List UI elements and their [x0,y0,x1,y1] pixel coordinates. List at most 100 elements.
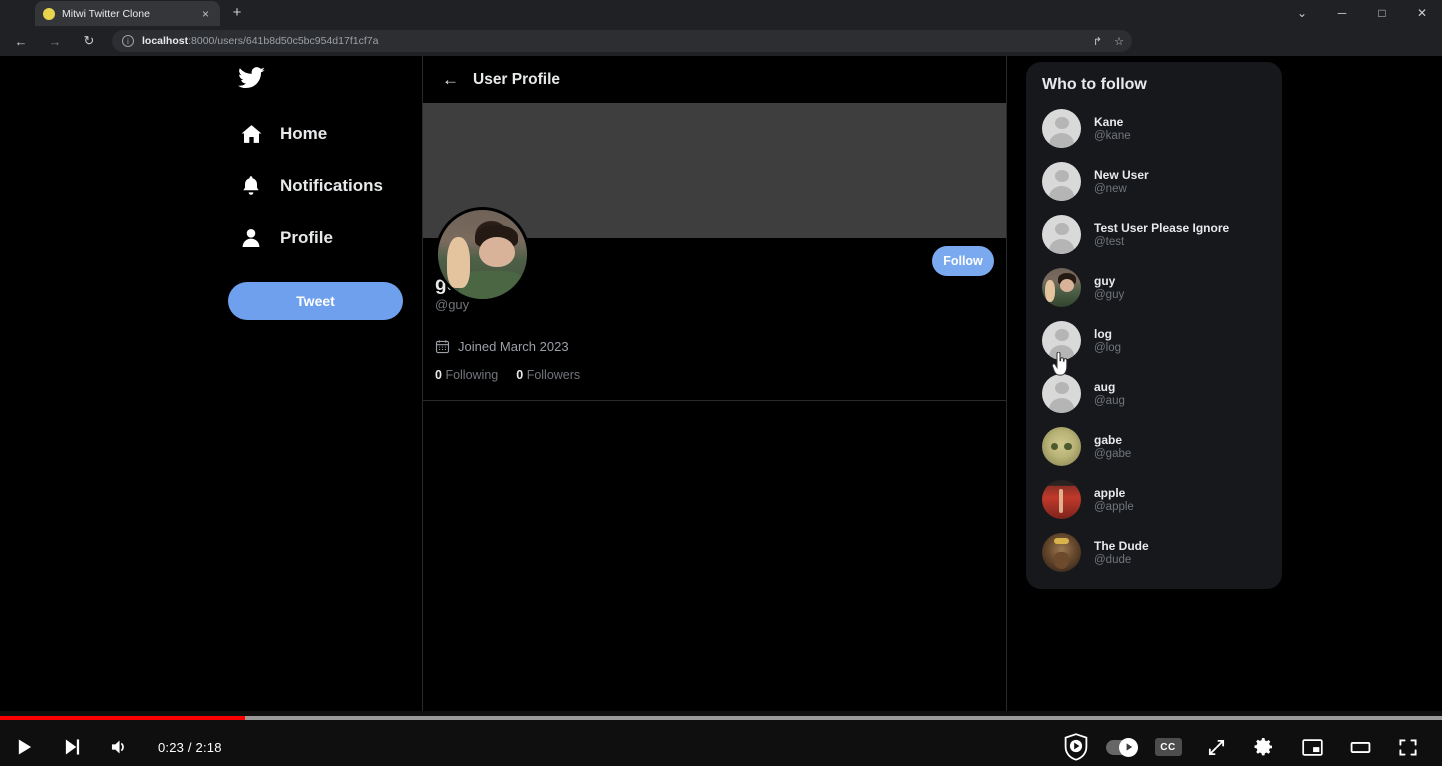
followers-count[interactable]: 0 Followers [516,368,580,382]
who-to-follow-title: Who to follow [1026,76,1282,102]
autoplay-toggle[interactable] [1100,729,1144,765]
chevron-down-icon[interactable]: ⌄ [1282,0,1322,26]
volume-button[interactable] [96,729,144,765]
browser-tab[interactable]: Mitwi Twitter Clone × [35,1,220,26]
next-button[interactable] [48,729,96,765]
user-handle: @kane [1094,130,1131,142]
expand-button[interactable] [1192,729,1240,765]
browser-toolbar: ← → ↻ i localhost:8000/users/641b8d50c5b… [0,26,1442,56]
section-divider [423,400,1006,401]
maximize-icon[interactable]: □ [1362,0,1402,26]
toggle-track [1106,740,1138,755]
user-meta: gabe @gabe [1094,433,1131,460]
placeholder-body [1049,186,1075,201]
avatar[interactable] [1042,268,1081,307]
avatar-highlight [1059,489,1063,513]
captions-button[interactable]: CC [1144,729,1192,765]
time-display: 0:23 / 2:18 [158,740,222,755]
avatar-eyes [1051,443,1059,451]
forward-icon[interactable]: → [42,28,68,54]
list-item[interactable]: The Dude @dude [1026,526,1282,579]
avatar[interactable] [1042,480,1081,519]
avatar[interactable] [435,207,530,302]
list-item[interactable]: gabe @gabe [1026,420,1282,473]
list-item[interactable]: Test User Please Ignore @test [1026,208,1282,261]
settings-gear[interactable] [1240,729,1288,765]
sidebar-item-notifications[interactable]: Notifications [228,160,422,212]
user-meta: New User @new [1094,168,1149,195]
sidebar-item-profile[interactable]: Profile [228,212,422,264]
reload-icon[interactable]: ↻ [76,28,102,54]
user-name: apple [1094,486,1134,500]
user-name: guy [1094,274,1124,288]
picture-in-picture-button[interactable] [1288,729,1336,765]
user-handle: @log [1094,342,1121,354]
window-controls: ⌄ ─ □ ✕ [1282,0,1442,26]
toggle-knob [1119,738,1138,757]
theater-mode-button[interactable] [1336,729,1384,765]
profile-handle: @guy [435,297,994,312]
page-viewport: Home Notifications Profile Tweet ← User … [0,56,1442,711]
user-meta: Kane @kane [1094,115,1131,142]
person-icon [236,223,266,253]
list-item[interactable]: apple @apple [1026,473,1282,526]
user-meta: apple @apple [1094,486,1134,513]
user-meta: log @log [1094,327,1121,354]
close-window-icon[interactable]: ✕ [1402,0,1442,26]
user-handle: @guy [1094,289,1124,301]
url-path: :8000/users/641b8d50c5bc954d17f1cf7a [188,35,378,47]
list-item[interactable]: guy @guy [1026,261,1282,314]
share-icon[interactable]: ↱ [1093,35,1102,48]
mouse-cursor [1051,352,1069,376]
avatar[interactable] [1042,427,1081,466]
user-handle: @apple [1094,501,1134,513]
sidebar-item-home[interactable]: Home [228,108,422,160]
new-tab-button[interactable]: + [228,4,246,22]
sidebar-item-notifications-label: Notifications [280,176,383,196]
star-icon[interactable]: ☆ [1114,35,1124,48]
avatar-face [479,237,515,267]
list-item[interactable]: Kane @kane [1026,102,1282,155]
twitter-bird-logo[interactable] [238,64,268,94]
placeholder-body [1049,133,1075,148]
right-sidebar: Who to follow Kane @kane New User @new T [1026,62,1282,589]
close-icon[interactable]: × [199,8,212,20]
fullscreen-button[interactable] [1384,729,1432,765]
followers-label: Followers [527,368,581,382]
following-count[interactable]: 0 Following [435,368,498,382]
user-handle: @new [1094,183,1149,195]
main-column: ← User Profile Follow guy @guy [422,56,1007,711]
avatar[interactable] [1042,162,1081,201]
address-bar[interactable]: i localhost:8000/users/641b8d50c5bc954d1… [112,30,1132,52]
placeholder-head [1054,223,1068,235]
minimize-icon[interactable]: ─ [1322,0,1362,26]
avatar[interactable] [1042,109,1081,148]
progress-fill [0,716,245,720]
autoplay-shield-icon[interactable] [1052,729,1100,765]
avatar[interactable] [1042,533,1081,572]
url-text: localhost:8000/users/641b8d50c5bc954d17f… [142,35,378,47]
player-right-controls: CC [1052,729,1432,765]
avatar[interactable] [1042,374,1081,413]
play-button[interactable] [0,729,48,765]
progress-bar[interactable] [0,716,1442,720]
back-arrow-icon[interactable]: ← [442,70,459,90]
following-label: Following [445,368,498,382]
follow-button[interactable]: Follow [932,246,994,276]
browser-chrome: Mitwi Twitter Clone × + ⌄ ─ □ ✕ ← → ↻ i … [0,0,1442,56]
back-icon[interactable]: ← [8,28,34,54]
placeholder-body [1049,239,1075,254]
user-name: aug [1094,380,1125,394]
url-host: localhost [142,35,188,47]
site-info-icon[interactable]: i [122,35,134,47]
tweet-button[interactable]: Tweet [228,282,403,320]
placeholder-head [1054,117,1068,129]
omnibox-actions: ↱ ☆ [1093,35,1124,48]
user-name: New User [1094,168,1149,182]
avatar[interactable] [1042,215,1081,254]
tab-title: Mitwi Twitter Clone [62,8,199,20]
avatar-eyes-2 [1064,443,1072,451]
user-name: Kane [1094,115,1131,129]
list-item[interactable]: New User @new [1026,155,1282,208]
user-meta: guy @guy [1094,274,1124,301]
